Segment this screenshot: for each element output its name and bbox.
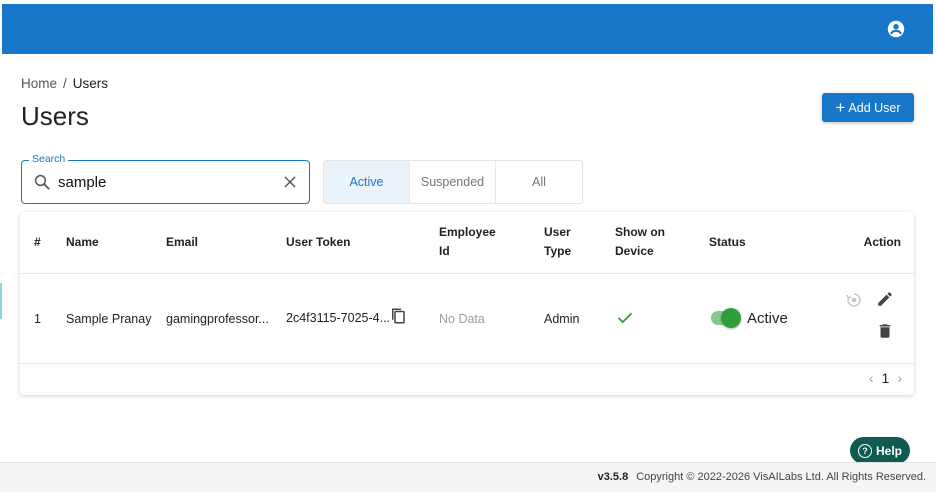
search-field[interactable]: Search: [21, 153, 310, 204]
search-label: Search: [29, 153, 69, 165]
header-show-on-device-line1: Show on: [615, 225, 665, 239]
page-title: Users: [21, 101, 89, 131]
delete-icon[interactable]: [876, 322, 894, 340]
cell-index: 1: [34, 312, 41, 326]
clear-search-icon[interactable]: [282, 174, 298, 190]
edit-icon[interactable]: [876, 290, 894, 308]
add-user-button[interactable]: + Add User: [822, 93, 914, 122]
header-show-on-device: Show on Device: [615, 223, 665, 261]
header-user-type-line1: User: [544, 225, 571, 239]
breadcrumb-separator: /: [63, 76, 67, 91]
cell-name: Sample Pranay: [66, 312, 152, 326]
check-icon: [618, 312, 632, 324]
next-page-icon[interactable]: ›: [897, 370, 902, 386]
header-user-token: User Token: [286, 235, 351, 249]
add-user-button-label: Add User: [848, 100, 901, 115]
pagination: ‹ 1 ›: [869, 370, 902, 386]
cell-user-type: Admin: [544, 312, 580, 326]
prev-page-icon[interactable]: ‹: [869, 370, 874, 386]
help-icon: ?: [857, 443, 872, 458]
account-icon[interactable]: [887, 20, 905, 38]
header-name: Name: [66, 235, 99, 249]
app-header: [2, 4, 933, 54]
table-row: 1 Sample Pranay gamingprofessor... 2c4f3…: [20, 274, 914, 364]
cell-employee-id: No Data: [439, 312, 485, 326]
breadcrumb-home-link[interactable]: Home: [21, 76, 57, 91]
plus-icon: +: [835, 97, 846, 117]
status-filter-tabs: Active Suspended All: [323, 160, 583, 204]
users-table: # Name Email User Token Employee Id User…: [20, 212, 914, 395]
help-button[interactable]: ? Help: [850, 437, 910, 464]
header-action: Action: [863, 235, 901, 249]
header-user-type-line2: Type: [544, 244, 572, 258]
version-label: v3.5.8: [597, 471, 629, 483]
header-show-on-device-line2: Device: [615, 244, 654, 258]
search-icon: [34, 174, 50, 190]
header-employee-id-line1: Employee: [439, 225, 496, 239]
breadcrumb-current: Users: [72, 76, 109, 91]
cell-email: gamingprofessor...: [166, 312, 269, 326]
tab-active[interactable]: Active: [324, 161, 410, 203]
table-header: # Name Email User Token Employee Id User…: [20, 212, 914, 274]
help-button-label: Help: [875, 443, 902, 458]
header-email: Email: [166, 235, 199, 249]
footer-text: v3.5.8 Copyright © 2022-2026 VisAILabs Lt…: [598, 471, 926, 483]
copy-icon[interactable]: [389, 306, 407, 326]
header-employee-id-line2: Id: [439, 244, 450, 258]
breadcrumb: Home / Users: [21, 76, 108, 91]
cell-user-token: 2c4f3115-7025-4...: [286, 311, 391, 325]
toggle-knob: [721, 308, 741, 328]
restore-icon[interactable]: [845, 291, 863, 309]
header-employee-id: Employee Id: [439, 223, 496, 261]
search-input[interactable]: [58, 171, 258, 193]
copyright-text: Copyright © 2022-2026 VisAILabs Ltd. All…: [636, 471, 926, 483]
header-index: #: [34, 235, 41, 249]
status-toggle[interactable]: [711, 308, 741, 328]
tab-suspended[interactable]: Suspended: [410, 161, 496, 203]
edge-marker: [0, 283, 2, 319]
current-page[interactable]: 1: [882, 370, 890, 386]
status-label: Active: [747, 310, 788, 327]
header-status: Status: [709, 235, 746, 249]
header-user-type: User Type: [544, 223, 571, 261]
footer: v3.5.8 Copyright © 2022-2026 VisAILabs Lt…: [0, 462, 936, 492]
tab-all[interactable]: All: [496, 161, 582, 203]
